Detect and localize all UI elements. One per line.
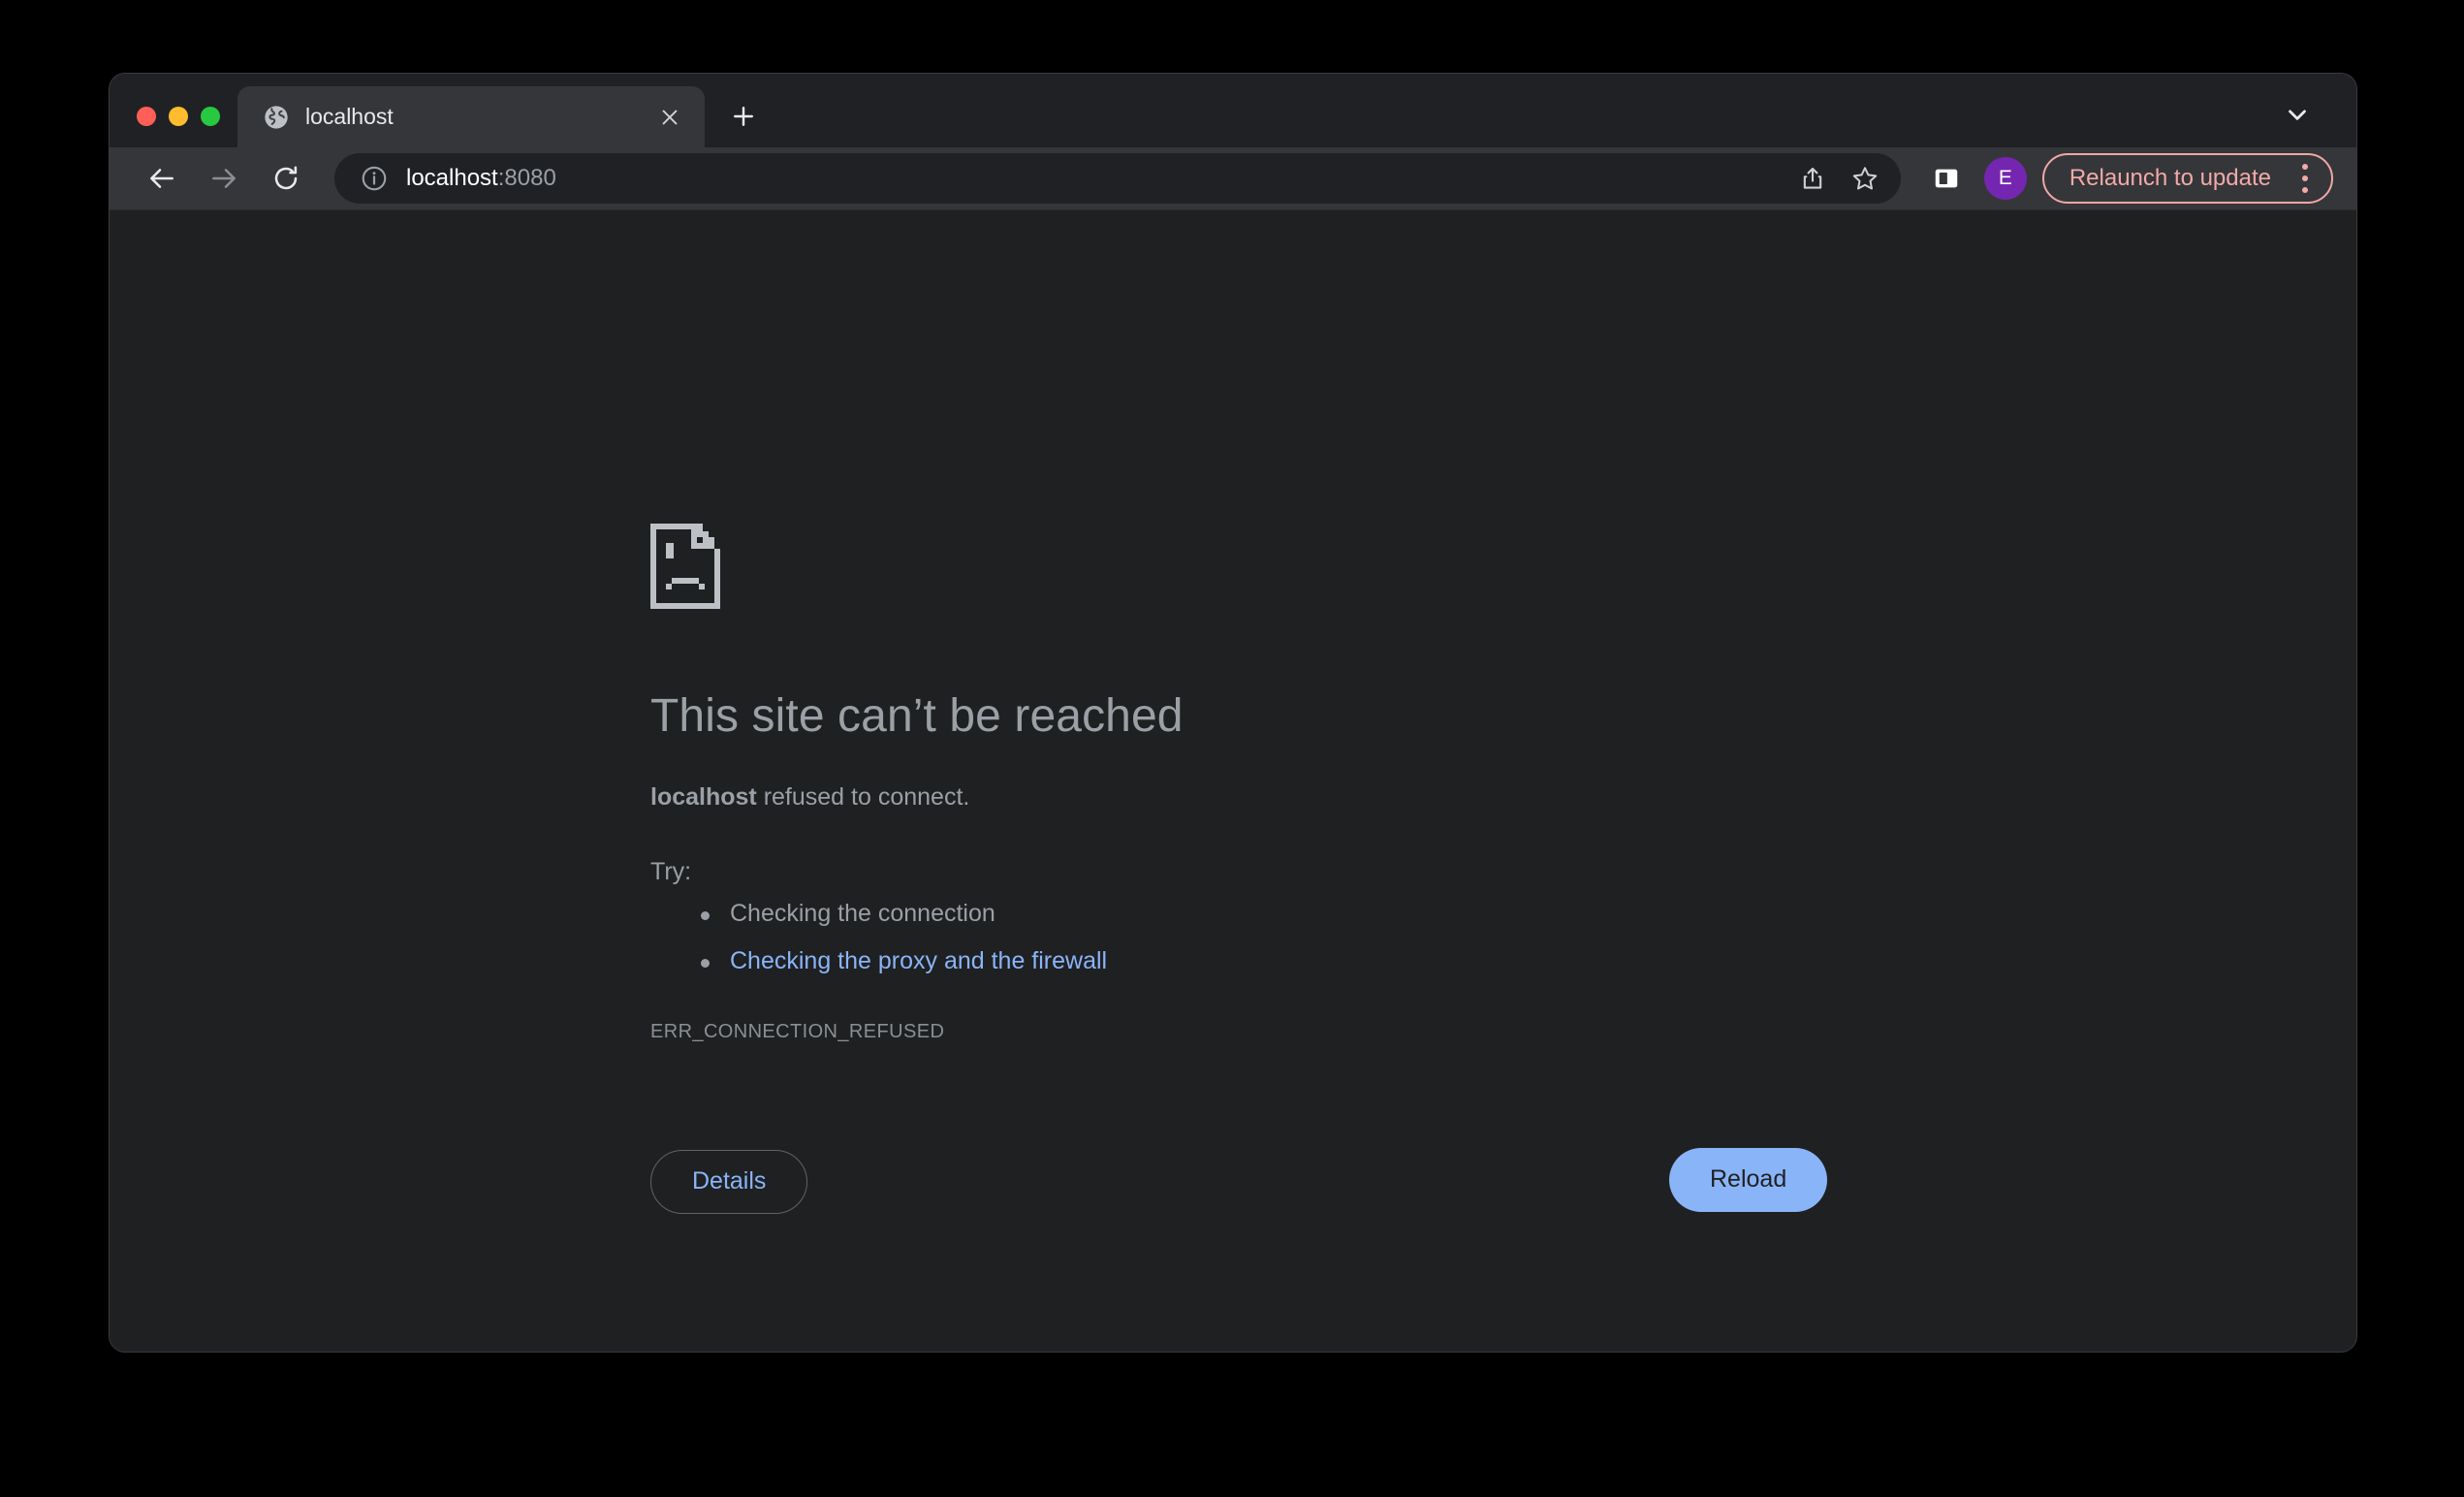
suggestion-text: Checking the connection bbox=[730, 900, 995, 927]
traffic-lights bbox=[110, 107, 237, 147]
avatar-initial: E bbox=[1998, 167, 2012, 189]
error-summary-rest: refused to connect. bbox=[756, 783, 970, 811]
star-icon[interactable] bbox=[1839, 152, 1891, 205]
tab-search-icon[interactable] bbox=[2273, 95, 2322, 134]
url-text: localhost:8080 bbox=[406, 165, 1786, 192]
forward-button[interactable] bbox=[193, 147, 255, 209]
close-icon[interactable] bbox=[652, 100, 687, 135]
error-code: ERR_CONNECTION_REFUSED bbox=[650, 1020, 945, 1042]
try-label: Try: bbox=[650, 858, 692, 885]
minimize-window-button[interactable] bbox=[169, 107, 188, 126]
reload-page-button[interactable]: Reload bbox=[1669, 1147, 1828, 1212]
tab-title: localhost bbox=[305, 104, 394, 129]
url-port: :8080 bbox=[497, 165, 556, 191]
share-icon[interactable] bbox=[1786, 152, 1839, 205]
error-page: This site can’t be reached localhost ref… bbox=[650, 524, 2007, 1218]
back-button[interactable] bbox=[131, 147, 193, 209]
relaunch-label: Relaunch to update bbox=[2069, 165, 2271, 191]
action-buttons: Details Reload bbox=[650, 1147, 1828, 1218]
suggestion-list: Checking the connection Checking the pro… bbox=[650, 898, 2007, 978]
error-host: localhost bbox=[650, 783, 757, 811]
page-title: This site can’t be reached bbox=[650, 690, 1184, 742]
sad-page-icon bbox=[650, 524, 2007, 614]
error-summary: localhost refused to connect. bbox=[650, 783, 2007, 812]
tab-strip: localhost bbox=[110, 74, 2356, 147]
globe-icon bbox=[263, 104, 290, 131]
list-item: Checking the connection bbox=[650, 898, 2007, 931]
relaunch-to-update-button[interactable]: Relaunch to update bbox=[2041, 153, 2333, 204]
url-host: localhost bbox=[406, 165, 498, 191]
browser-toolbar: localhost:8080 E Relaunch to update bbox=[110, 147, 2356, 210]
page-content: This site can’t be reached localhost ref… bbox=[110, 211, 2356, 1352]
suggestion-link[interactable]: Checking the proxy and the firewall bbox=[730, 947, 1107, 974]
details-button[interactable]: Details bbox=[650, 1149, 808, 1214]
list-item[interactable]: Checking the proxy and the firewall bbox=[650, 945, 2007, 978]
address-bar[interactable]: localhost:8080 bbox=[334, 153, 1901, 204]
info-circle-icon[interactable] bbox=[358, 162, 391, 195]
zoom-window-button[interactable] bbox=[201, 107, 220, 126]
tab-localhost[interactable]: localhost bbox=[237, 86, 705, 147]
close-window-button[interactable] bbox=[137, 107, 156, 126]
reload-button[interactable] bbox=[255, 147, 317, 209]
avatar[interactable]: E bbox=[1983, 157, 2027, 200]
kebab-menu-icon[interactable] bbox=[2289, 159, 2322, 198]
side-panel-icon[interactable] bbox=[1920, 152, 1973, 205]
browser-window: localhost localhost:8080 E Relaunch to u… bbox=[110, 74, 2356, 1352]
new-tab-button[interactable] bbox=[716, 89, 771, 143]
